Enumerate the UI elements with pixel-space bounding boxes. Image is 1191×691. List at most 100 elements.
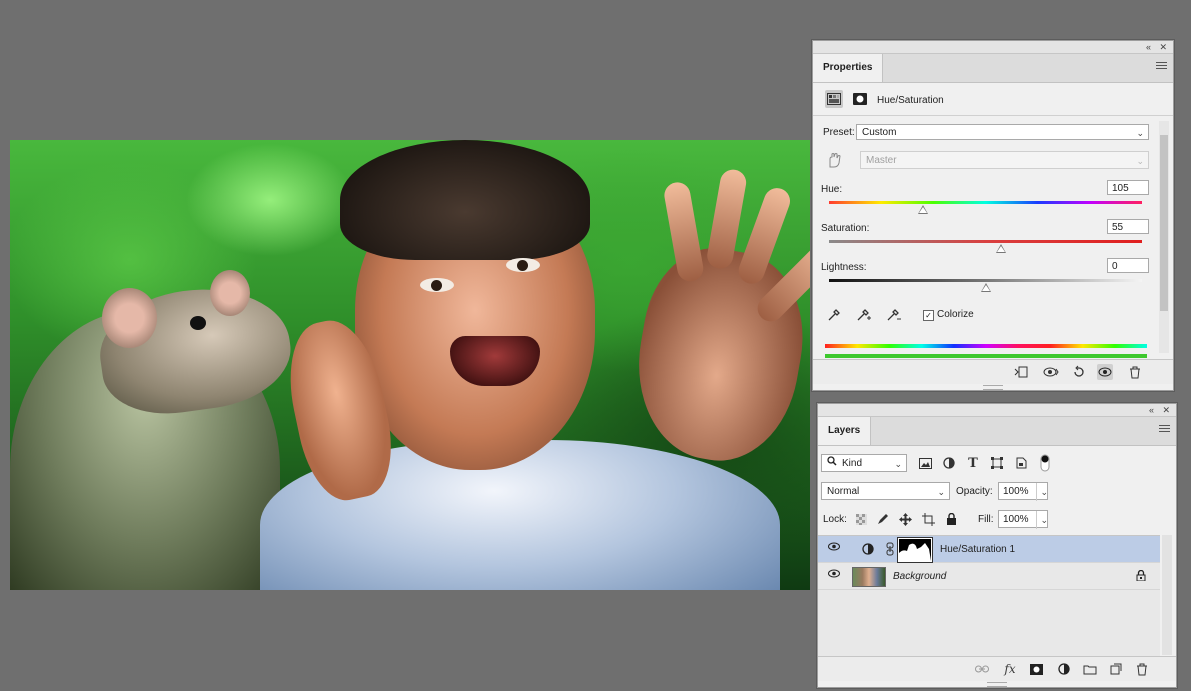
preset-label: Preset: (823, 127, 855, 138)
filter-kind-value: Kind (842, 458, 863, 469)
type-layer-filter-icon[interactable]: T (964, 454, 982, 472)
adjustment-header: Hue/Saturation (813, 83, 1173, 116)
collapse-icon[interactable]: « (1149, 404, 1154, 416)
properties-footer (813, 359, 1173, 384)
visibility-eye-icon[interactable] (1097, 364, 1113, 380)
close-icon[interactable]: ✕ (1159, 41, 1167, 53)
channel-value: Master (866, 155, 897, 166)
visibility-eye-icon[interactable] (828, 542, 840, 554)
new-group-icon[interactable] (1082, 661, 1098, 677)
tab-properties[interactable]: Properties (813, 54, 884, 82)
eyedropper-subtract-icon[interactable] (885, 306, 903, 324)
preset-value: Custom (862, 127, 897, 138)
left-eye (420, 278, 454, 292)
pixel-layer-filter-icon[interactable] (916, 454, 934, 472)
finger (735, 184, 794, 288)
properties-tab-row: Properties (813, 54, 1173, 83)
panel-menu-icon[interactable] (1156, 62, 1167, 72)
fill-input[interactable]: 100% ⌄ (998, 510, 1048, 529)
mask-icon[interactable] (851, 90, 869, 108)
layer-list: Hue/Saturation 1 Background (818, 535, 1160, 656)
lightness-label: Lightness: (821, 262, 867, 273)
layer-row-hue-saturation[interactable]: Hue/Saturation 1 (818, 536, 1160, 563)
hue-slider-track[interactable] (829, 201, 1142, 204)
saturation-label: Saturation: (821, 223, 870, 234)
lock-all-icon[interactable] (942, 510, 960, 528)
lock-position-icon[interactable] (896, 510, 914, 528)
trash-icon[interactable] (1127, 364, 1143, 380)
layer-styles-icon[interactable]: fx (1002, 661, 1018, 677)
panel-menu-icon[interactable] (1159, 425, 1170, 435)
tab-layers[interactable]: Layers (818, 417, 872, 445)
clip-to-layer-icon[interactable] (1013, 364, 1029, 380)
saturation-input[interactable]: 55 (1107, 219, 1149, 234)
colorize-label: Colorize (937, 309, 974, 320)
resize-grip[interactable] (983, 385, 1003, 390)
rat-ear (102, 288, 157, 348)
chevron-down-icon[interactable]: ⌄ (1036, 483, 1048, 501)
lock-icon[interactable] (1136, 569, 1146, 584)
properties-scrollbar[interactable] (1159, 121, 1169, 353)
lock-transparent-pixels-icon[interactable] (852, 510, 870, 528)
add-mask-icon[interactable] (1028, 661, 1044, 677)
saturation-slider-track[interactable] (829, 240, 1142, 243)
right-hand (622, 167, 810, 473)
opacity-value: 100% (1003, 486, 1029, 497)
visibility-eye-icon[interactable] (828, 569, 840, 581)
finger (662, 180, 706, 284)
output-color-bar (825, 354, 1147, 358)
layer-mask-thumbnail[interactable] (897, 537, 933, 563)
lock-artboard-icon[interactable] (919, 510, 937, 528)
saturation-slider-thumb[interactable] (996, 244, 1007, 253)
new-adjustment-layer-icon[interactable] (1056, 661, 1072, 677)
smart-object-filter-icon[interactable] (1012, 454, 1030, 472)
reset-icon[interactable] (1071, 364, 1087, 380)
layer-filter-dropdown[interactable]: Kind ⌄ (821, 454, 907, 472)
chevron-down-icon: ⌄ (1136, 156, 1144, 166)
layer-thumbnail[interactable] (852, 567, 886, 587)
channel-dropdown[interactable]: Master ⌄ (860, 151, 1149, 169)
search-icon (827, 455, 837, 473)
colorize-checkbox[interactable]: ✓ (923, 310, 934, 321)
resize-grip[interactable] (987, 682, 1007, 687)
eyedropper-add-icon[interactable] (855, 306, 873, 324)
eyedropper-icon[interactable] (825, 306, 843, 324)
layer-name: Background (893, 571, 947, 582)
preset-dropdown[interactable]: Custom ⌄ (856, 124, 1149, 140)
lightness-slider-thumb[interactable] (980, 283, 991, 292)
scrollbar-thumb[interactable] (1160, 135, 1168, 311)
adjustment-layer-filter-icon[interactable] (940, 454, 958, 472)
view-previous-state-icon[interactable] (1043, 364, 1059, 380)
document-canvas[interactable] (10, 140, 810, 590)
shape-layer-filter-icon[interactable] (988, 454, 1006, 472)
lightness-slider-track[interactable] (829, 279, 1142, 282)
collapse-icon[interactable]: « (1146, 41, 1151, 53)
mouth (450, 336, 540, 386)
layer-row-background[interactable]: Background (818, 563, 1160, 590)
layers-scrollbar[interactable] (1162, 535, 1172, 655)
filter-toggle-icon[interactable] (1036, 454, 1054, 472)
close-icon[interactable]: ✕ (1162, 404, 1170, 416)
new-layer-icon[interactable] (1108, 661, 1124, 677)
adjustment-layer-icon[interactable] (825, 90, 843, 108)
blend-mode-value: Normal (827, 486, 860, 497)
rat-ear (210, 270, 250, 316)
hue-slider-thumb[interactable] (917, 205, 928, 214)
chevron-down-icon[interactable]: ⌄ (1036, 511, 1048, 529)
link-icon[interactable] (886, 542, 894, 559)
lock-image-pixels-icon[interactable] (874, 510, 892, 528)
opacity-input[interactable]: 100% ⌄ (998, 482, 1048, 501)
lightness-input[interactable]: 0 (1107, 258, 1149, 273)
adjustment-layer-icon (862, 543, 874, 558)
delete-layer-icon[interactable] (1134, 661, 1150, 677)
blend-mode-dropdown[interactable]: Normal ⌄ (821, 482, 950, 500)
lock-label: Lock: (823, 514, 847, 525)
adjustment-title: Hue/Saturation (877, 95, 944, 106)
link-layers-icon[interactable] (974, 661, 990, 677)
hue-input[interactable]: 105 (1107, 180, 1149, 195)
targeted-adjustment-hand-icon[interactable] (825, 151, 843, 169)
layers-footer: fx (818, 656, 1176, 681)
rat-eye (190, 316, 206, 330)
fill-value: 100% (1003, 514, 1029, 525)
fill-label: Fill: (978, 514, 994, 525)
